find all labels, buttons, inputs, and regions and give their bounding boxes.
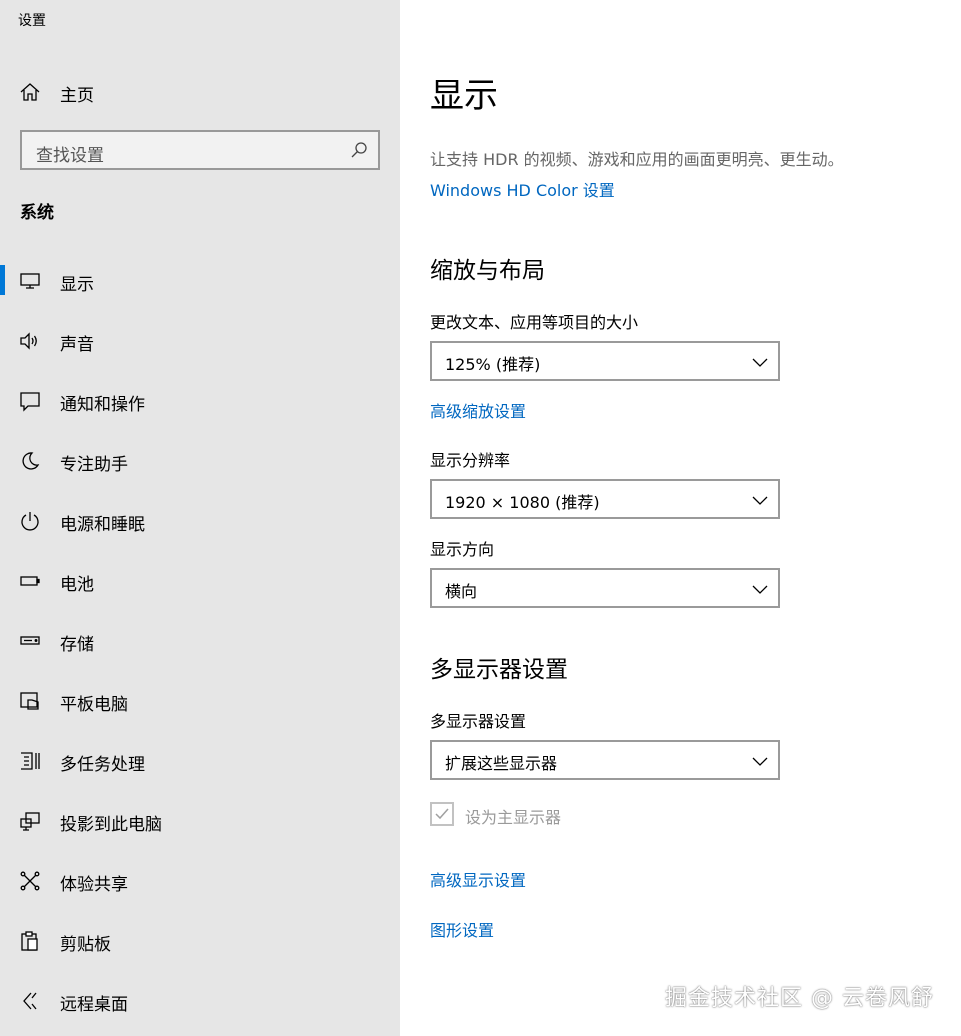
- sidebar-item-label: 存储: [60, 635, 94, 655]
- sidebar-item-label: 显示: [60, 275, 94, 295]
- sidebar-nav: 显示 声音 通知和操作 专注助手 电源和睡眠 电池 存储 平板电脑 多任务处理 …: [0, 251, 400, 1031]
- hdr-description: 让支持 HDR 的视频、游戏和应用的画面更明亮、更生动。: [430, 150, 844, 169]
- remote-desktop-icon: [19, 990, 41, 1012]
- multi-display-dropdown-value: 扩展这些显示器: [445, 754, 558, 773]
- search-icon[interactable]: [350, 141, 368, 159]
- chevron-down-icon: [752, 753, 768, 769]
- sidebar-item-label: 声音: [60, 335, 94, 355]
- chevron-down-icon: [752, 492, 768, 508]
- graphics-settings-link[interactable]: 图形设置: [430, 917, 494, 941]
- sidebar-item-label: 电池: [60, 575, 94, 595]
- sidebar-item-label: 体验共享: [60, 875, 128, 895]
- sidebar-item-notifications[interactable]: 通知和操作: [0, 371, 400, 431]
- resolution-dropdown[interactable]: 1920 × 1080 (推荐): [430, 479, 780, 519]
- tablet-icon: [19, 690, 41, 712]
- scale-dropdown-value: 125% (推荐): [445, 355, 541, 374]
- moon-icon: [19, 450, 41, 472]
- storage-icon: [19, 630, 41, 652]
- window-title: 设置: [18, 13, 46, 29]
- share-icon: [19, 870, 41, 892]
- sidebar-item-label: 剪贴板: [60, 935, 111, 955]
- main-display-checkbox[interactable]: [430, 802, 454, 826]
- sidebar-item-shared-experiences[interactable]: 体验共享: [0, 851, 400, 911]
- watermark: 掘金技术社区 @ 云卷风舒: [665, 986, 934, 1011]
- sidebar-item-label: 多任务处理: [60, 755, 145, 775]
- orientation-dropdown[interactable]: 横向: [430, 568, 780, 608]
- sidebar-item-battery[interactable]: 电池: [0, 551, 400, 611]
- chevron-down-icon: [752, 581, 768, 597]
- project-icon: [19, 810, 41, 832]
- orientation-dropdown-value: 横向: [445, 582, 478, 601]
- chevron-down-icon: [752, 354, 768, 370]
- sidebar-item-label: 远程桌面: [60, 995, 128, 1015]
- main-content: 显示 让支持 HDR 的视频、游戏和应用的画面更明亮、更生动。 Windows …: [400, 0, 961, 1036]
- sidebar-item-storage[interactable]: 存储: [0, 611, 400, 671]
- page-title: 显示: [430, 76, 498, 116]
- clipboard-icon: [19, 930, 41, 952]
- sidebar-item-power-sleep[interactable]: 电源和睡眠: [0, 491, 400, 551]
- sidebar-item-clipboard[interactable]: 剪贴板: [0, 911, 400, 971]
- sidebar-item-display[interactable]: 显示: [0, 251, 400, 311]
- home-icon: [19, 81, 41, 103]
- sidebar-item-tablet[interactable]: 平板电脑: [0, 671, 400, 731]
- sidebar-item-label: 电源和睡眠: [60, 515, 145, 535]
- sidebar-home-label: 主页: [60, 86, 94, 106]
- sidebar-item-label: 平板电脑: [60, 695, 128, 715]
- multi-display-heading: 多显示器设置: [430, 657, 568, 683]
- search-input[interactable]: 查找设置: [20, 130, 380, 170]
- search-placeholder: 查找设置: [36, 146, 104, 166]
- resolution-label: 显示分辨率: [430, 451, 511, 470]
- multi-display-label: 多显示器设置: [430, 712, 527, 731]
- sidebar-item-label: 通知和操作: [60, 395, 145, 415]
- advanced-scaling-link[interactable]: 高级缩放设置: [430, 398, 526, 422]
- sidebar-item-multitasking[interactable]: 多任务处理: [0, 731, 400, 791]
- multitasking-icon: [19, 750, 41, 772]
- multi-display-dropdown[interactable]: 扩展这些显示器: [430, 740, 780, 780]
- power-icon: [19, 510, 41, 532]
- scale-dropdown[interactable]: 125% (推荐): [430, 341, 780, 381]
- scale-layout-heading: 缩放与布局: [430, 258, 545, 284]
- sidebar-item-focus-assist[interactable]: 专注助手: [0, 431, 400, 491]
- sidebar-item-remote-desktop[interactable]: 远程桌面: [0, 971, 400, 1031]
- main-display-checkbox-row: 设为主显示器: [430, 802, 730, 828]
- orientation-label: 显示方向: [430, 540, 495, 559]
- notification-icon: [19, 390, 41, 412]
- main-display-checkbox-label: 设为主显示器: [465, 808, 562, 827]
- sidebar-section-title: 系统: [20, 203, 54, 223]
- sidebar-home[interactable]: 主页: [0, 72, 400, 112]
- sidebar-item-label: 投影到此电脑: [60, 815, 162, 835]
- scale-label: 更改文本、应用等项目的大小: [430, 313, 639, 332]
- monitor-icon: [19, 270, 41, 292]
- sidebar: 设置 主页 查找设置 系统 显示 声音 通知和操作 专注助手 电源和睡眠 电池 …: [0, 0, 400, 1036]
- speaker-icon: [19, 330, 41, 352]
- advanced-display-link[interactable]: 高级显示设置: [430, 867, 526, 891]
- windows-hd-color-link[interactable]: Windows HD Color 设置: [430, 177, 615, 201]
- checkmark-icon: [435, 808, 449, 820]
- sidebar-item-sound[interactable]: 声音: [0, 311, 400, 371]
- battery-icon: [19, 570, 41, 592]
- sidebar-item-project[interactable]: 投影到此电脑: [0, 791, 400, 851]
- sidebar-item-label: 专注助手: [60, 455, 128, 475]
- resolution-dropdown-value: 1920 × 1080 (推荐): [445, 493, 600, 512]
